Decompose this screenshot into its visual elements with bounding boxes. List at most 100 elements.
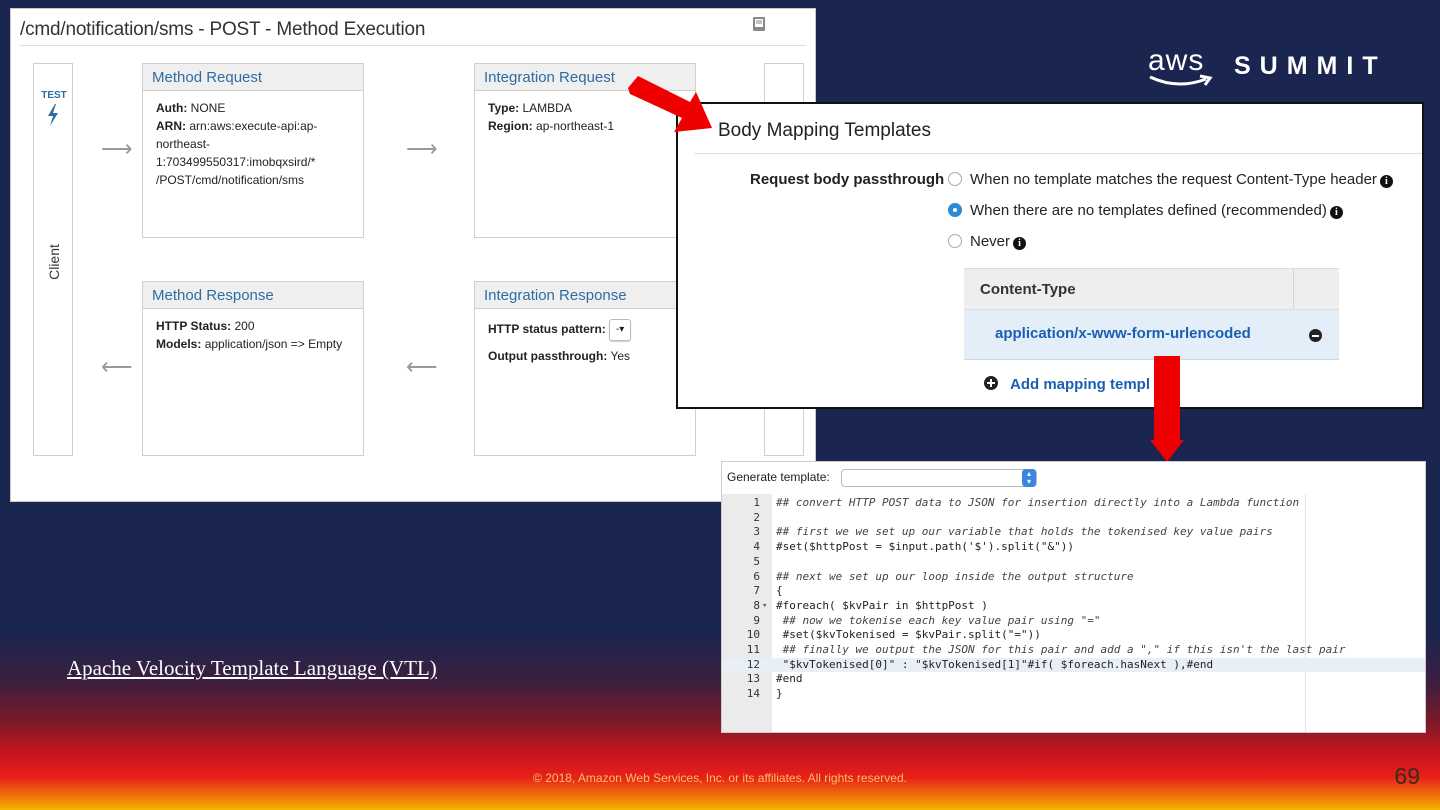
auth-label: Auth:: [156, 101, 188, 115]
type-label: Type:: [488, 101, 520, 115]
method-execution-title: /cmd/notification/sms - POST - Method Ex…: [20, 19, 426, 40]
code-text: #end: [776, 672, 803, 686]
line-number: 10: [746, 628, 760, 642]
page-number: 69: [1394, 763, 1420, 789]
option-label: When there are no templates defined (rec…: [970, 202, 1327, 219]
content-type-row[interactable]: application/x-www-form-urlencoded: [964, 310, 1339, 360]
http-status-label: HTTP Status:: [156, 319, 232, 333]
code-line[interactable]: 7{: [722, 584, 1425, 599]
template-code-editor: Generate template: ▴ ▾ 1 ## convert HTTP P…: [721, 461, 1426, 733]
line-number: 4: [753, 540, 760, 554]
status-pattern-select[interactable]: -▾: [609, 319, 632, 341]
book-icon[interactable]: [751, 15, 769, 33]
type-value: LAMBDA: [522, 101, 572, 115]
arn-label: ARN:: [156, 119, 186, 133]
title-divider: [694, 153, 1422, 154]
fold-toggle-icon[interactable]: ▾: [762, 599, 767, 614]
code-line[interactable]: 4 #set($httpPost = $input.path('$').split…: [722, 540, 1425, 555]
line-number: 14: [746, 687, 760, 701]
code-line[interactable]: 6 ## next we set up our loop inside the o…: [722, 570, 1425, 585]
code-line[interactable]: 14}: [722, 687, 1425, 702]
code-line[interactable]: 11 ## finally we output the JSON for thi…: [722, 643, 1425, 658]
vtl-link[interactable]: Apache Velocity Template Language (VTL): [67, 656, 437, 681]
code-text: ## next we set up our loop inside the ou…: [776, 569, 1134, 583]
code-text: ## first we we set up our variable that …: [776, 525, 1273, 539]
line-number: 13: [746, 672, 760, 686]
radio-button-selected[interactable]: [948, 203, 962, 217]
lightning-bolt-icon[interactable]: [46, 104, 60, 126]
code-text: }: [776, 687, 783, 701]
test-link[interactable]: TEST: [39, 90, 69, 101]
code-line[interactable]: 3 ## first we we set up our variable that…: [722, 525, 1425, 540]
radio-button[interactable]: [948, 172, 962, 186]
plus-icon: [984, 376, 998, 390]
radio-button[interactable]: [948, 234, 962, 248]
add-mapping-template-button[interactable]: Add mapping templ: [984, 376, 1150, 393]
request-body-passthrough-label: Request body passthrough: [750, 171, 945, 188]
code-line[interactable]: 13 #end: [722, 672, 1425, 687]
content-type-link[interactable]: application/x-www-form-urlencoded: [995, 325, 1251, 342]
body-mapping-title: Body Mapping Templates: [718, 120, 931, 141]
content-type-header-label: Content-Type: [980, 281, 1076, 298]
left-arrow-icon: ⟵: [101, 354, 133, 379]
code-line[interactable]: 8 ▾ #foreach( $kvPair in $httpPost ): [722, 599, 1425, 614]
method-request-box[interactable]: Method Request Auth: NONE ARN: arn:aws:e…: [142, 63, 364, 238]
code-text: {: [776, 584, 783, 598]
code-text: ## convert HTTP POST data to JSON for in…: [776, 496, 1300, 509]
passthrough-option-no-templates[interactable]: When there are no templates defined (rec…: [948, 202, 1343, 219]
passthrough-option-no-match[interactable]: When no template matches the request Con…: [948, 171, 1393, 188]
code-line[interactable]: 12 "$kvTokenised[0]" : "$kvTokenised[1]"…: [722, 657, 1425, 673]
line-number: 7: [753, 584, 760, 598]
right-arrow-icon: ⟶: [406, 136, 438, 161]
models-value: application/json => Empty: [204, 337, 343, 351]
output-passthrough-label: Output passthrough:: [488, 349, 608, 363]
body-mapping-templates-panel: Body Mapping Templates Request body pass…: [676, 102, 1424, 409]
method-response-title[interactable]: Method Response: [143, 282, 363, 309]
client-column[interactable]: TEST Client: [33, 63, 73, 456]
output-passthrough-value: Yes: [610, 349, 631, 363]
passthrough-option-never[interactable]: Never i: [948, 233, 1027, 250]
code-text: ## now we tokenise each key value pair u…: [776, 613, 1101, 627]
line-number: 11: [746, 643, 760, 656]
remove-icon[interactable]: [1309, 329, 1322, 342]
aws-smile-icon: [1149, 74, 1213, 86]
copyright-text: © 2018, Amazon Web Services, Inc. or its…: [533, 771, 907, 785]
select-stepper-icon[interactable]: ▴ ▾: [1022, 469, 1036, 487]
line-number: 12: [746, 657, 760, 671]
code-text: #foreach( $kvPair in $httpPost ): [776, 598, 988, 612]
code-line[interactable]: 9 ## now we tokenise each key value pair…: [722, 614, 1425, 629]
line-number: 3: [753, 525, 760, 539]
models-label: Models:: [156, 337, 202, 351]
generate-template-select[interactable]: ▴ ▾: [841, 469, 1037, 487]
method-request-title[interactable]: Method Request: [143, 64, 363, 91]
arn-value-line: northeast-: [156, 137, 211, 151]
status-pattern-value: -: [615, 324, 620, 335]
code-text: #set($kvTokenised = $kvPair.split("=")): [776, 628, 1041, 642]
column-divider: [1293, 269, 1294, 309]
http-status-value: 200: [234, 319, 255, 333]
auth-value: NONE: [190, 101, 226, 115]
region-label: Region:: [488, 119, 533, 133]
summit-wordmark: SUMMIT: [1234, 52, 1387, 80]
code-line[interactable]: 10 #set($kvTokenised = $kvPair.split("="…: [722, 628, 1425, 643]
content-type-header: Content-Type: [964, 268, 1339, 310]
line-number: 8: [753, 598, 760, 612]
integration-response-box[interactable]: Integration Response HTTP status pattern…: [474, 281, 696, 456]
line-number: 6: [753, 569, 760, 583]
code-line[interactable]: 1 ## convert HTTP POST data to JSON for i…: [722, 496, 1425, 511]
method-response-box[interactable]: Method Response HTTP Status: 200 Models:…: [142, 281, 364, 456]
option-label: Never: [970, 233, 1011, 250]
integration-response-title[interactable]: Integration Response: [475, 282, 695, 309]
code-line[interactable]: 5: [722, 555, 1425, 570]
red-arrow-icon: [1150, 356, 1184, 462]
code-text: #set($httpPost = $input.path('$').split(…: [776, 540, 1075, 554]
code-text: "$kvTokenised[0]" : "$kvTokenised[1]"#if…: [776, 657, 1214, 671]
info-icon[interactable]: i: [1013, 237, 1027, 250]
info-icon[interactable]: i: [1379, 175, 1393, 188]
code-area[interactable]: 1 ## convert HTTP POST data to JSON for i…: [722, 494, 1425, 732]
line-number: 1: [753, 496, 760, 509]
line-number: 5: [753, 554, 760, 568]
info-icon[interactable]: i: [1329, 206, 1343, 219]
generate-template-label: Generate template:: [727, 470, 830, 484]
code-line[interactable]: 2: [722, 511, 1425, 526]
